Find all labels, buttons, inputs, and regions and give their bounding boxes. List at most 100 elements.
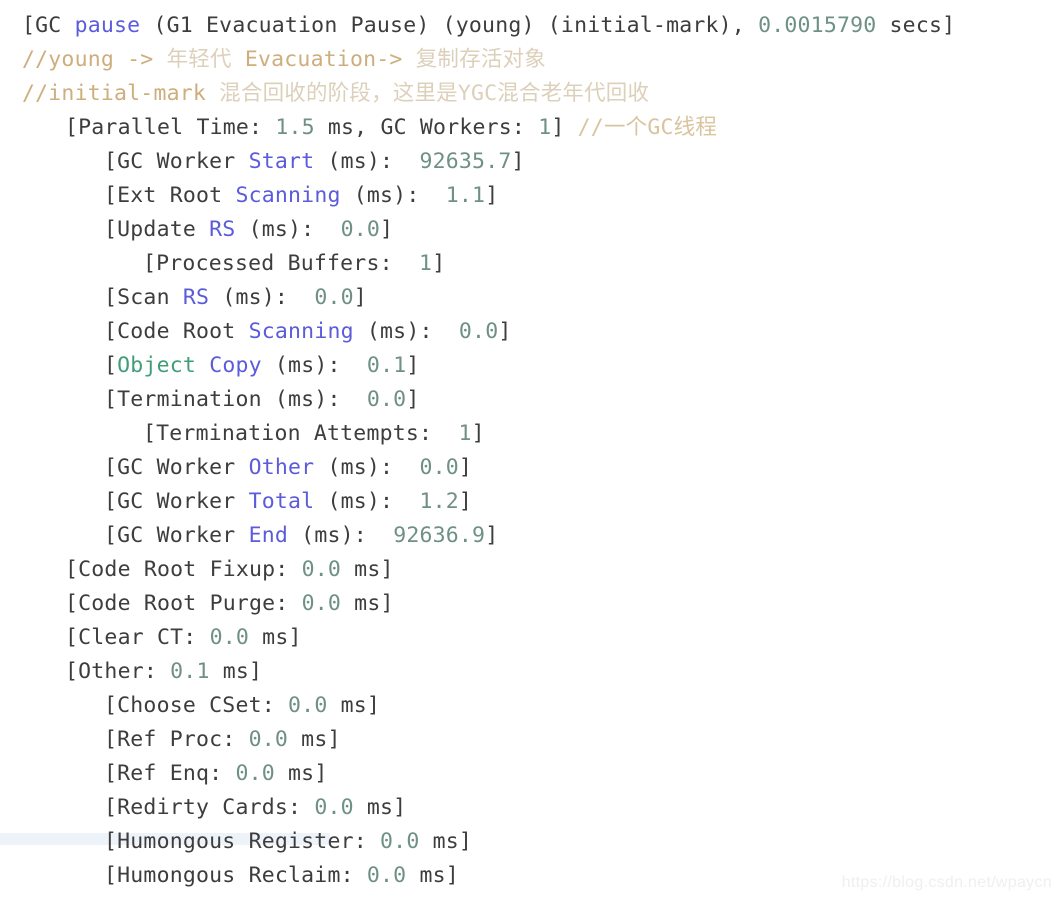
log-token-plain: (ms):: [340, 183, 446, 208]
log-token-number: 0.0: [235, 761, 275, 786]
log-token-plain: [Redirty Cards:: [104, 795, 315, 820]
log-line: [Other: 0.1 ms]: [0, 655, 1060, 689]
log-token-keyword: Scanning: [235, 183, 341, 208]
log-token-plain: ]: [551, 115, 578, 140]
log-token-plain: [GC Worker: [104, 455, 249, 480]
log-line: [Ref Enq: 0.0 ms]: [0, 757, 1060, 791]
log-token-plain: [Ext Root: [104, 183, 236, 208]
log-token-plain: ms]: [249, 625, 302, 650]
log-token-plain: [Humongous Reclaim:: [104, 863, 367, 888]
log-token-plain: [GC: [22, 13, 75, 38]
log-token-plain: (ms):: [261, 353, 367, 378]
log-token-plain: [GC Worker: [104, 149, 249, 174]
log-token-keyword: Start: [248, 149, 315, 174]
log-token-comment: //young ->: [22, 47, 167, 72]
log-token-number: 1.2: [419, 489, 459, 514]
log-token-plain: [Ref Enq:: [104, 761, 236, 786]
log-token-number: 92636.9: [393, 523, 486, 548]
log-line: [Update RS (ms): 0.0]: [0, 213, 1060, 247]
log-token-number: 0.0015790: [758, 13, 877, 38]
log-token-plain: ms, GC Workers:: [314, 115, 539, 140]
log-token-comment-inline: //一个GC线程: [577, 115, 718, 140]
log-token-keyword: End: [248, 523, 289, 548]
log-token-number: 0.0: [380, 829, 420, 854]
log-token-number: 0.0: [301, 557, 342, 582]
log-token-number: 0.0: [458, 319, 499, 344]
log-token-number: 0.0: [314, 795, 354, 820]
log-token-number: 1: [458, 421, 472, 446]
log-line: [Humongous Register: 0.0 ms]: [0, 825, 1060, 859]
log-token-plain: secs]: [876, 13, 956, 38]
log-token-comment: Evacuation->: [231, 47, 416, 72]
log-token-comment-cjk: 年轻代: [166, 47, 232, 72]
log-token-plain: [Update: [104, 217, 210, 242]
log-token-number: 1: [538, 115, 552, 140]
log-token-plain: ]: [406, 353, 420, 378]
log-token-type: Object: [117, 353, 197, 378]
gc-log-viewer: [GC pause (G1 Evacuation Pause) (young) …: [0, 0, 1060, 902]
log-token-number: 0.0: [366, 863, 407, 888]
log-lines: [GC pause (G1 Evacuation Pause) (young) …: [0, 0, 1060, 893]
log-token-plain: [Other:: [65, 659, 171, 684]
log-token-number: 0.0: [301, 591, 342, 616]
log-token-keyword: Copy: [209, 353, 262, 378]
log-token-plain: ]: [458, 489, 473, 514]
log-token-plain: [Parallel Time:: [65, 115, 276, 140]
log-token-plain: ms]: [327, 693, 381, 718]
log-token-plain: [Termination Attempts:: [143, 421, 459, 446]
log-line: //young -> 年轻代 Evacuation-> 复制存活对象: [0, 43, 1060, 77]
log-line: [GC Worker End (ms): 92636.9]: [0, 519, 1060, 553]
log-token-plain: ]: [406, 387, 420, 412]
log-token-plain: [Ref Proc:: [104, 727, 249, 752]
log-token-plain: (ms):: [353, 319, 459, 344]
log-token-plain: ]: [511, 149, 525, 174]
log-line: [GC Worker Start (ms): 92635.7]: [0, 145, 1060, 179]
log-token-plain: ]: [471, 421, 485, 446]
log-token-plain: ms]: [341, 591, 394, 616]
log-token-plain: (ms):: [209, 285, 315, 310]
log-token-plain: ms]: [419, 829, 473, 854]
log-token-plain: [Termination (ms):: [104, 387, 367, 412]
log-token-keyword: RS: [182, 285, 210, 310]
log-line: [Code Root Fixup: 0.0 ms]: [0, 553, 1060, 587]
log-token-plain: ms]: [353, 795, 407, 820]
log-token-plain: [Code Root Fixup:: [65, 557, 302, 582]
log-token-comment: //initial-mark: [22, 81, 220, 106]
log-token-plain: [Code Root Purge:: [65, 591, 302, 616]
log-token-keyword: Total: [248, 489, 315, 514]
log-line: [Ext Root Scanning (ms): 1.1]: [0, 179, 1060, 213]
log-token-plain: [Clear CT:: [65, 625, 210, 650]
log-token-number: 0.0: [340, 217, 381, 242]
log-token-plain: [GC Worker: [104, 523, 249, 548]
log-token-number: 0.1: [170, 659, 210, 684]
log-token-number: 0.0: [288, 693, 328, 718]
log-token-plain: [: [104, 353, 118, 378]
log-token-plain: (ms):: [288, 523, 394, 548]
log-token-plain: [GC Worker: [104, 489, 249, 514]
log-token-number: 0.0: [314, 285, 354, 310]
log-line: [Parallel Time: 1.5 ms, GC Workers: 1] /…: [0, 111, 1060, 145]
log-line: [Object Copy (ms): 0.1]: [0, 349, 1060, 383]
log-token-plain: ]: [485, 183, 499, 208]
log-token-number: 1.1: [445, 183, 486, 208]
log-token-plain: ms]: [274, 761, 328, 786]
log-line: [Termination Attempts: 1]: [0, 417, 1060, 451]
log-token-plain: (ms):: [314, 149, 420, 174]
log-token-plain: ]: [432, 251, 446, 276]
log-line: [Termination (ms): 0.0]: [0, 383, 1060, 417]
log-token-number: 92635.7: [419, 149, 512, 174]
log-token-number: 1: [419, 251, 433, 276]
log-line: [GC pause (G1 Evacuation Pause) (young) …: [0, 9, 1060, 43]
log-token-plain: ]: [458, 455, 473, 480]
log-token-number: 0.0: [419, 455, 459, 480]
watermark: https://blog.csdn.net/wpaycn: [841, 874, 1052, 891]
log-line: [Scan RS (ms): 0.0]: [0, 281, 1060, 315]
log-line: [Code Root Scanning (ms): 0.0]: [0, 315, 1060, 349]
log-token-keyword: Scanning: [248, 319, 354, 344]
log-line: [Clear CT: 0.0 ms]: [0, 621, 1060, 655]
log-token-plain: [196, 353, 209, 378]
log-token-plain: ]: [485, 523, 499, 548]
log-token-plain: [Humongous Register:: [104, 829, 381, 854]
log-line: [GC Worker Other (ms): 0.0]: [0, 451, 1060, 485]
log-token-plain: [Choose CSet:: [104, 693, 289, 718]
